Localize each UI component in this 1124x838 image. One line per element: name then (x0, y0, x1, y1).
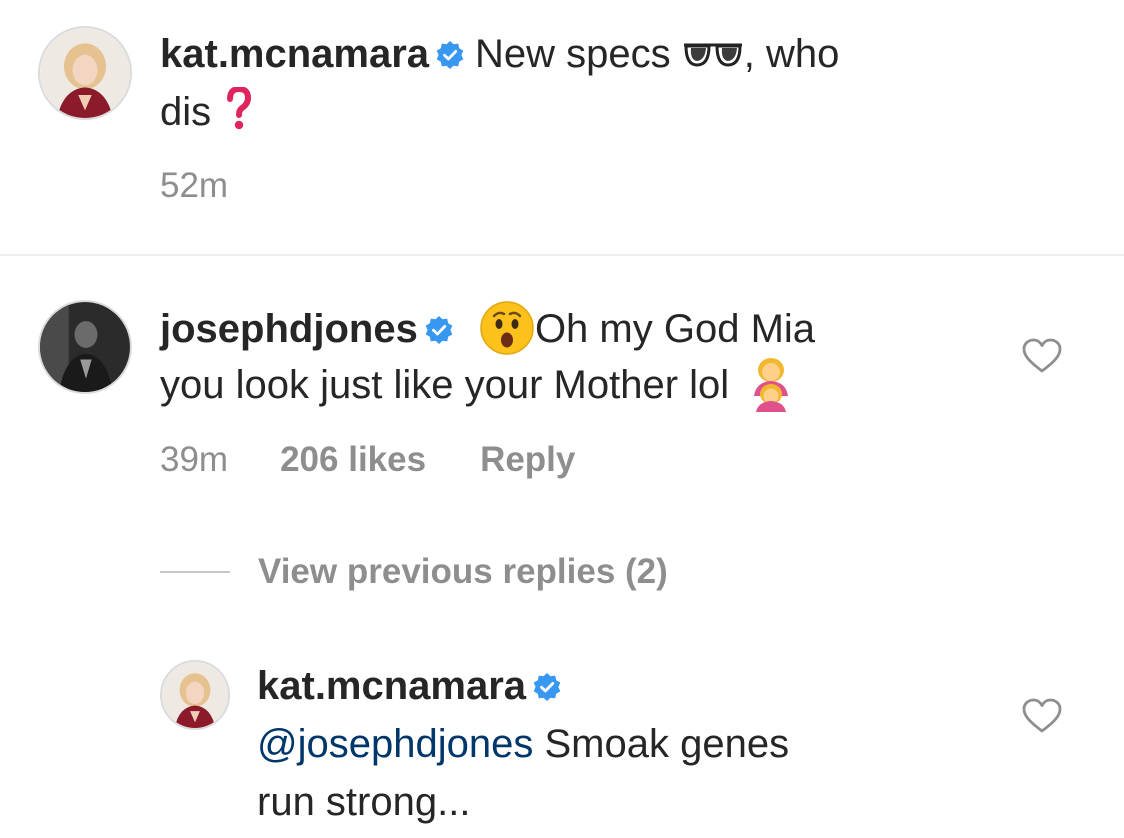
reply-text-line2: run strong... (257, 780, 471, 824)
view-previous-replies-button[interactable]: View previous replies (2) (160, 550, 668, 594)
caption-text-part1: New specs (475, 32, 671, 76)
reply-line-2: @josephdjones Smoak genes (257, 716, 789, 772)
reply-username[interactable]: kat.mcnamara (257, 664, 526, 708)
comment-text-part1: Oh my God Mia (534, 307, 816, 351)
caption-divider (0, 254, 1124, 256)
reply-like-heart-icon[interactable] (1022, 698, 1062, 734)
reply-button[interactable]: Reply (480, 438, 575, 482)
comment-meta: 39m 206 likes Reply (160, 438, 575, 482)
comment-time[interactable]: 39m (160, 438, 228, 482)
avatar-kat-reply[interactable] (160, 660, 230, 730)
caption-text-part2: , who (743, 32, 840, 76)
caption-line-2: dis (160, 84, 252, 140)
comment-username[interactable]: josephdjones (160, 307, 418, 351)
comment-like-heart-icon[interactable] (1022, 338, 1062, 374)
red-question-mark-emoji (226, 85, 252, 131)
caption-username[interactable]: kat.mcnamara (160, 32, 429, 76)
caption-time[interactable]: 52m (160, 164, 228, 208)
replies-divider-line (160, 571, 230, 573)
hushed-face-emoji (479, 300, 535, 356)
reply-line-1: kat.mcnamara (257, 658, 572, 714)
verified-badge-icon (435, 40, 465, 70)
sunglasses-emoji (682, 28, 744, 67)
comment-likes[interactable]: 206 likes (280, 438, 426, 482)
caption-text-line2: dis (160, 90, 212, 134)
reply-line-3: run strong... (257, 774, 470, 830)
avatar-joseph[interactable] (38, 300, 132, 394)
caption-line-1: kat.mcnamara New specs , who (160, 26, 839, 82)
avatar-image (40, 28, 130, 118)
comment-line-2: you look just like your Mother lol (160, 356, 796, 413)
caption-meta: 52m (160, 164, 228, 208)
verified-badge-icon (532, 672, 562, 702)
comment-text-line2: you look just like your Mother lol (160, 363, 730, 407)
comment-line-1: josephdjones Oh my God Mia (160, 300, 815, 357)
view-previous-replies-label: View previous replies (2) (258, 552, 668, 591)
reply-text-line1: Smoak genes (544, 722, 790, 766)
verified-badge-icon (424, 315, 454, 345)
avatar-kat-caption[interactable] (38, 26, 132, 120)
woman-and-girl-emoji (746, 356, 796, 412)
reply-mention-link[interactable]: @josephdjones (257, 722, 533, 766)
avatar-image (40, 302, 130, 392)
avatar-image (162, 662, 228, 728)
